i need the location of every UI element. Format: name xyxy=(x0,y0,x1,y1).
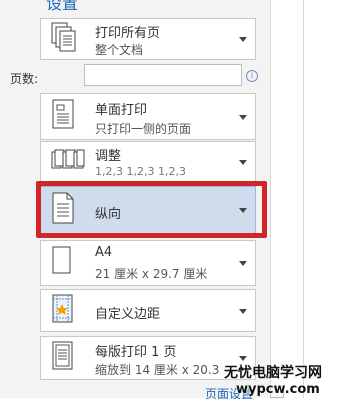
margins-dropdown[interactable]: 自定义边距 xyxy=(40,289,256,332)
chevron-down-icon xyxy=(239,37,247,42)
scaling-title: 每版打印 1 页 xyxy=(95,345,177,360)
collate-icon xyxy=(51,149,85,175)
paper-size-dropdown[interactable]: A4 21 厘米 x 29.7 厘米 xyxy=(40,240,256,286)
paper-size-subtitle: 21 厘米 x 29.7 厘米 xyxy=(95,267,208,281)
sides-dropdown[interactable]: 单面打印 只打印一侧的页面 xyxy=(40,93,256,140)
print-scope-title: 打印所有页 xyxy=(95,26,161,41)
preview-divider xyxy=(303,0,304,398)
single-sided-page-icon xyxy=(51,99,77,135)
settings-heading: 设置 xyxy=(46,0,79,13)
chevron-down-icon xyxy=(239,261,247,266)
watermark-title: 无忧电脑学习网 xyxy=(224,365,322,381)
print-scope-dropdown[interactable]: 打印所有页 整个文档 xyxy=(40,18,256,60)
margins-title: 自定义边距 xyxy=(95,307,161,322)
multi-page-icon xyxy=(51,22,77,56)
chevron-down-icon xyxy=(239,114,247,120)
collate-dropdown[interactable]: 调整 1,2,3 1,2,3 1,2,3 xyxy=(40,141,256,182)
pages-per-sheet-icon xyxy=(51,341,75,375)
pages-label: 页数: xyxy=(10,72,39,86)
watermark-url: wypcw.com xyxy=(236,382,320,397)
paper-size-title: A4 xyxy=(95,245,113,260)
print-scope-subtitle: 整个文档 xyxy=(95,43,144,57)
collate-title: 调整 xyxy=(95,149,122,164)
info-icon[interactable]: i xyxy=(246,70,258,82)
sides-subtitle: 只打印一侧的页面 xyxy=(95,122,192,136)
paper-size-icon xyxy=(51,246,73,280)
chevron-down-icon xyxy=(239,308,247,314)
chevron-down-icon xyxy=(239,159,247,165)
collate-subtitle: 1,2,3 1,2,3 1,2,3 xyxy=(95,165,186,178)
pane-divider xyxy=(270,0,271,398)
red-highlight-frame xyxy=(36,181,267,238)
chevron-down-icon xyxy=(239,356,247,361)
scaling-subtitle: 缩放到 14 厘米 x 20.3 xyxy=(95,363,220,377)
sides-title: 单面打印 xyxy=(95,103,148,118)
custom-margins-icon xyxy=(51,294,75,328)
pages-input[interactable] xyxy=(84,64,242,86)
